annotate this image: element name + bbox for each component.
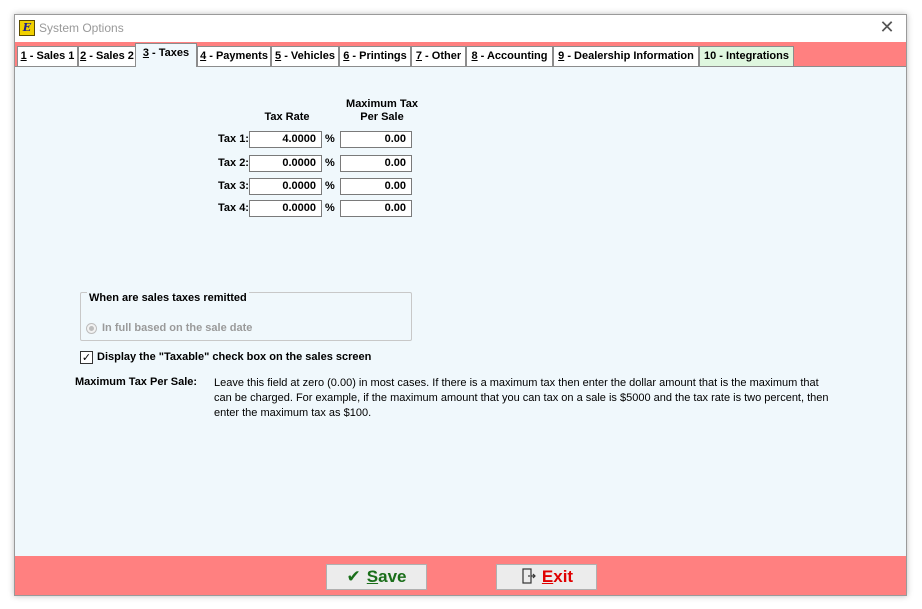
tab-sales-1[interactable]: 1 - Sales 1	[17, 46, 78, 66]
tax-3-label: Tax 3:	[218, 180, 249, 192]
tab-integrations[interactable]: 10 - Integrations	[699, 46, 794, 66]
tax-2-max-input[interactable]: 0.00	[340, 155, 412, 172]
tax-3-rate-input[interactable]: 0.0000	[249, 178, 322, 195]
help-text: Leave this field at zero (0.00) in most …	[214, 377, 829, 419]
exit-door-icon	[520, 565, 536, 589]
footer-bar: ✔ Save Exit	[15, 556, 906, 595]
close-button[interactable]: ✕	[876, 17, 898, 39]
tab-sales-2[interactable]: 2 - Sales 2	[78, 46, 136, 66]
tax-2-percent: %	[325, 157, 335, 169]
taxable-checkbox-label: Display the "Taxable" check box on the s…	[97, 351, 372, 363]
tax-3-percent: %	[325, 180, 335, 192]
tab-vehicles[interactable]: 5 - Vehicles	[271, 46, 339, 66]
help-title: Maximum Tax Per Sale:	[75, 376, 198, 388]
tax-2-rate-input[interactable]: 0.0000	[249, 155, 322, 172]
tab-other[interactable]: 7 - Other	[411, 46, 466, 66]
save-button[interactable]: ✔ Save	[326, 564, 427, 590]
tax-1-max-input[interactable]: 0.00	[340, 131, 412, 148]
header-max-tax: Maximum Tax Per Sale	[346, 98, 418, 123]
remit-full-radio[interactable]	[86, 323, 97, 334]
tab-accounting[interactable]: 8 - Accounting	[466, 46, 553, 66]
header-tax-rate: Tax Rate	[264, 111, 310, 123]
tab-dealership-information[interactable]: 9 - Dealership Information	[553, 46, 699, 66]
tax-4-label: Tax 4:	[218, 202, 249, 214]
tab-payments[interactable]: 4 - Payments	[197, 46, 271, 66]
tax-1-rate-input[interactable]: 4.0000	[249, 131, 322, 148]
taxes-panel: Tax Rate Maximum Tax Per Sale Tax 1: 4.0…	[15, 66, 906, 556]
tab-taxes[interactable]: 3 - Taxes	[135, 43, 197, 67]
tax-4-max-input[interactable]: 0.00	[340, 200, 412, 217]
tax-1-percent: %	[325, 133, 335, 145]
title-bar: E System Options ✕	[15, 15, 906, 42]
window-title: System Options	[39, 21, 124, 35]
taxable-checkbox[interactable]: ✓	[80, 351, 93, 364]
remit-full-label: In full based on the sale date	[102, 322, 253, 334]
tax-3-max-input[interactable]: 0.00	[340, 178, 412, 195]
remit-group-title: When are sales taxes remitted	[87, 292, 249, 304]
checkmark-icon: ✔	[346, 567, 361, 587]
exit-button[interactable]: Exit	[496, 564, 597, 590]
remit-groupbox: When are sales taxes remitted In full ba…	[80, 292, 412, 341]
tax-4-percent: %	[325, 202, 335, 214]
tax-4-rate-input[interactable]: 0.0000	[249, 200, 322, 217]
tax-1-label: Tax 1:	[218, 133, 249, 145]
system-options-window: E System Options ✕ 1 - Sales 1 2 - Sales…	[14, 14, 907, 596]
tab-printings[interactable]: 6 - Printings	[339, 46, 411, 66]
tax-2-label: Tax 2:	[218, 157, 249, 169]
tab-strip: 1 - Sales 1 2 - Sales 2 3 - Taxes 4 - Pa…	[15, 42, 906, 67]
app-logo-icon: E	[19, 20, 35, 36]
